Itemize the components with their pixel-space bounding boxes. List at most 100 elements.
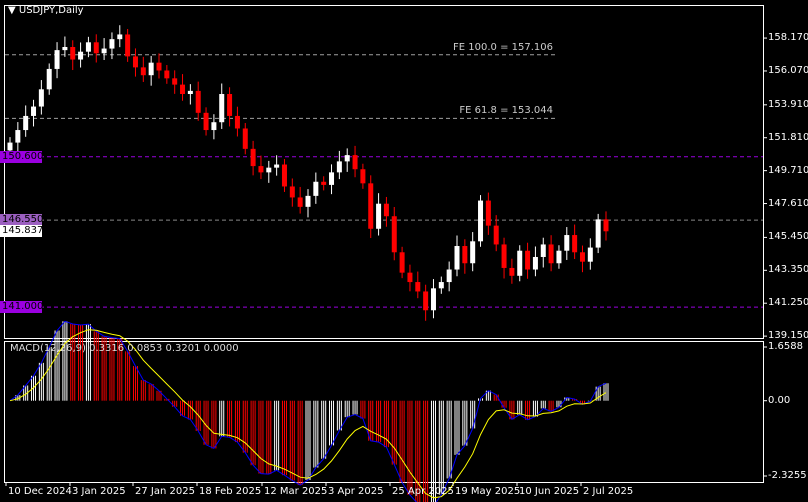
candle-bear (195, 90, 201, 113)
candle-bear (297, 197, 303, 207)
y-tick-label: 156.070 (768, 64, 808, 76)
candle-bear (93, 42, 99, 54)
candle-bear (70, 46, 76, 60)
candle-bear (156, 62, 162, 71)
candle-bear (485, 200, 491, 226)
x-tick-label: 18 Feb 2025 (199, 486, 262, 497)
candle-bull (31, 106, 37, 116)
candle-bull (305, 195, 311, 207)
candle-bear (603, 219, 609, 232)
price-chart[interactable] (0, 0, 808, 502)
candle-bull (564, 235, 570, 251)
candle-bull (46, 68, 52, 90)
fe-level-label: FE 100.0 = 157.106 (453, 41, 553, 53)
candle-bear (180, 84, 186, 95)
candle-bull (101, 48, 107, 54)
candle-bull (54, 50, 60, 69)
candle-bear (289, 186, 295, 198)
candle-bear (407, 272, 413, 283)
candle-bear (493, 225, 499, 245)
y-tick-label: 139.150 (768, 330, 808, 342)
candle-bear (579, 252, 585, 262)
macd-label: MACD(12,26,9) 0.3316 0.0853 0.3201 0.000… (10, 343, 239, 354)
macd-y-tick-label: -2.3255 (768, 470, 807, 481)
macd-y-tick-label: 0.00 (768, 394, 791, 406)
candle-bear (423, 291, 429, 311)
candle-bull (23, 115, 29, 131)
candle-bull (454, 246, 460, 270)
candle-bear (501, 244, 507, 268)
x-tick-label: 3 Jan 2025 (72, 486, 126, 497)
candle-bear (242, 128, 248, 149)
fe-level-label: FE 61.8 = 153.044 (459, 105, 553, 117)
candle-bull (7, 142, 13, 151)
y-tick-label: 145.450 (768, 231, 808, 243)
level-price-tag: 150.600 (0, 150, 44, 163)
candle-bear (572, 235, 578, 253)
candle-bull (329, 172, 335, 185)
chart-title[interactable]: ▼ USDJPY,Daily (8, 5, 84, 16)
x-tick-label: 19 May 2025 (455, 486, 521, 497)
candle-bear (352, 155, 358, 170)
y-tick-label: 141.250 (768, 297, 808, 309)
candle-bear (140, 67, 146, 76)
candle-bull (595, 219, 601, 248)
candle-bull (478, 200, 484, 242)
candle-bull (38, 89, 44, 107)
current-price-tag: 145.837 (0, 225, 44, 238)
candle-bull (556, 250, 562, 264)
y-tick-label: 153.910 (768, 98, 808, 110)
candle-bull (219, 94, 225, 123)
y-tick-label: 158.170 (768, 32, 808, 44)
candle-bull (148, 62, 154, 76)
candle-bear (415, 282, 421, 292)
macd-y-tick-label: 1.6588 (768, 341, 803, 352)
candle-bear (548, 244, 554, 264)
candle-bull (517, 250, 523, 276)
candle-bull (430, 288, 436, 311)
candle-bull (376, 203, 382, 229)
candle-bull (438, 282, 444, 289)
x-tick-label: 27 Jan 2025 (135, 486, 195, 497)
price-pane-frame (4, 5, 764, 339)
candle-bull (446, 269, 452, 283)
candle-bear (360, 169, 366, 184)
candle-bull (344, 155, 350, 162)
candle-bull (266, 167, 272, 173)
candle-bear (234, 115, 240, 129)
candle-bear (391, 216, 397, 253)
y-tick-label: 147.610 (768, 197, 808, 209)
candle-bull (117, 34, 123, 40)
candle-bull (109, 39, 115, 49)
candle-bear (172, 78, 178, 85)
x-tick-label: 25 Apr 2025 (392, 486, 454, 497)
candle-bear (462, 246, 468, 264)
candle-bull (587, 247, 593, 262)
x-tick-label: 12 Mar 2025 (264, 486, 328, 497)
x-tick-label: 10 Jun 2025 (519, 486, 580, 497)
candle-bull (211, 122, 217, 131)
candle-bear (258, 166, 264, 173)
candle-bear (509, 267, 515, 276)
candle-bear (132, 56, 138, 68)
candle-bull (274, 164, 280, 168)
candle-bear (125, 34, 131, 57)
y-tick-label: 149.710 (768, 164, 808, 176)
candle-bear (203, 112, 209, 131)
candle-bear (368, 183, 374, 229)
candle-bear (399, 252, 405, 273)
candle-bull (313, 181, 319, 196)
x-tick-label: 10 Dec 2024 (8, 486, 72, 497)
candle-bull (85, 42, 91, 52)
x-tick-label: 2 Jul 2025 (583, 486, 634, 497)
candle-bear (227, 94, 233, 116)
level-price-tag: 141.000 (0, 301, 44, 314)
dropdown-triangle-icon[interactable]: ▼ (8, 5, 19, 16)
candle-bear (383, 203, 389, 217)
candle-bull (187, 90, 193, 95)
candle-bear (321, 181, 327, 185)
candle-bull (336, 161, 342, 173)
candle-bear (525, 250, 531, 270)
candle-bear (281, 164, 287, 187)
candle-bull (532, 256, 538, 270)
